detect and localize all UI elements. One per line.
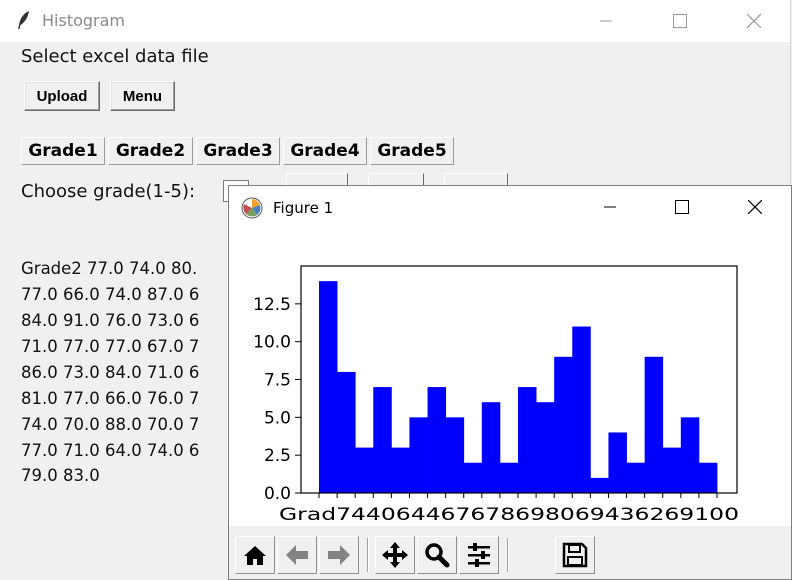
histogram-bar [445,417,465,493]
zoom-icon [425,543,450,568]
configure-subplots-button[interactable] [459,536,499,574]
histogram-bar [481,402,501,493]
histogram-chart: 0.0 2.5 5.0 7.5 10.0 12.5 Grad7440644676786980… [253,265,739,525]
title-bar: Histogram [0,0,790,42]
toolbar-separator [507,538,509,572]
matplotlib-icon [241,197,263,219]
histogram-bar [608,432,627,493]
data-line: 77.0 66.0 74.0 87.0 6 [21,285,200,304]
histogram-bar [680,417,700,493]
y-tick-label: 5.0 [264,408,291,428]
data-line: 71.0 77.0 77.0 67.0 7 [21,337,200,356]
forward-arrow-icon [328,545,350,565]
pan-icon [382,542,408,568]
save-button[interactable] [555,536,595,574]
grade3-button[interactable]: Grade3 [196,137,280,165]
data-line: 84.0 91.0 76.0 73.0 6 [21,311,200,330]
data-line: 77.0 71.0 64.0 74.0 6 [21,441,200,460]
grade4-button[interactable]: Grade4 [283,137,367,165]
figure-title: Figure 1 [273,199,334,217]
histogram-bar [644,356,664,493]
y-tick-label: 0.0 [264,484,291,504]
y-tick-label: 10.0 [253,333,291,353]
save-icon [562,542,588,568]
data-line: 79.0 83.0 [21,466,100,485]
grade5-button[interactable]: Grade5 [370,137,454,165]
histogram-bar [409,417,428,493]
minimize-icon [600,20,612,22]
window-title: Histogram [42,11,125,30]
close-icon [747,14,761,28]
histogram-bar [590,477,609,493]
histogram-bar [373,387,392,493]
zoom-button[interactable] [417,536,457,574]
histogram-bar [499,462,519,493]
data-line: 86.0 73.0 84.0 71.0 6 [21,363,200,382]
back-arrow-icon [286,545,308,565]
maximize-button[interactable] [657,0,703,42]
data-line: 74.0 70.0 88.0 70.0 7 [21,415,200,434]
close-icon [748,200,762,214]
figure-minimize-button[interactable] [587,186,633,228]
histogram-bar [427,387,447,493]
histogram-bar [698,462,718,493]
histogram-bar [662,447,682,493]
choose-grade-label: Choose grade(1-5): [21,181,196,202]
figure-window: Figure 1 0.0 2.5 5.0 7.5 10.0 12.5 Grad7440644… [228,185,792,580]
histogram-bar [463,462,483,493]
y-tick-label: 12.5 [253,295,291,315]
maximize-icon [675,200,689,214]
feather-icon [18,11,29,29]
menu-button[interactable]: Menu [110,81,175,111]
histogram-bar [391,447,410,493]
maximize-icon [673,14,687,28]
back-button[interactable] [277,536,317,574]
minimize-button[interactable] [583,0,629,42]
close-button[interactable] [731,0,777,42]
home-icon [244,546,266,565]
histogram-bar [572,326,591,493]
y-tick-label: 7.5 [264,371,291,391]
data-line: Grade2 77.0 74.0 80. [21,259,198,278]
histogram-bar [319,281,338,493]
home-button[interactable] [235,536,275,574]
histogram-bar [518,387,537,493]
grade2-button[interactable]: Grade2 [108,137,193,165]
data-line: 81.0 77.0 66.0 76.0 7 [21,389,200,408]
grade1-button[interactable]: Grade1 [21,137,105,165]
x-tick-labels: Grad744064467678698069436269100 [279,505,739,525]
forward-button[interactable] [319,536,359,574]
figure-maximize-button[interactable] [659,186,705,228]
upload-button[interactable]: Upload [24,81,100,111]
configure-subplots-icon [468,543,490,567]
histogram-bar [536,402,555,493]
histogram-bar [626,462,646,493]
histogram-bar [337,371,356,493]
minimize-icon [604,206,616,208]
pan-button[interactable] [375,536,415,574]
navigation-toolbar [229,526,791,579]
select-file-label: Select excel data file [21,46,209,67]
toolbar-separator [367,538,369,572]
histogram-bar [355,447,374,493]
y-tick-label: 2.5 [264,446,291,466]
figure-close-button[interactable] [732,186,778,228]
histogram-bar [554,356,573,493]
